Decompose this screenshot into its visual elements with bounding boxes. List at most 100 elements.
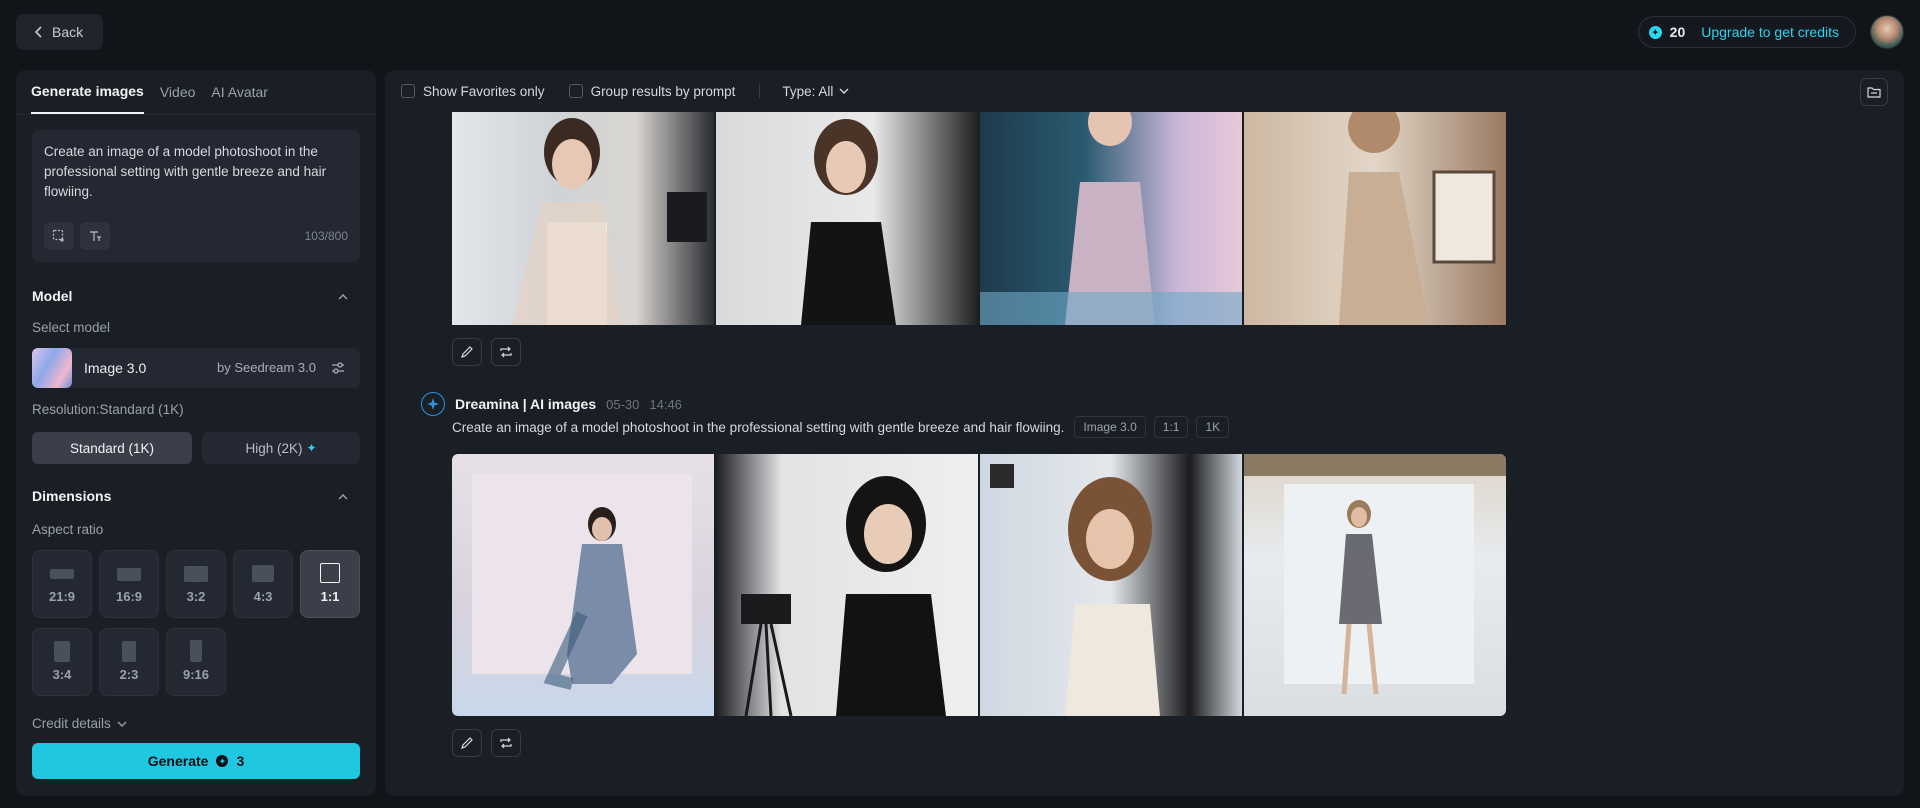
aspect-ratio-label: 3:4 [52,667,72,682]
edit-button[interactable] [452,338,482,366]
aspect-ratio-label: 3:2 [186,589,206,604]
aspect-ratio-label: Aspect ratio [32,522,104,537]
resolution-standard-button[interactable]: Standard (1K) [32,432,192,464]
ratio-tag: 1:1 [1153,416,1189,438]
credit-details-label: Credit details [32,716,111,731]
model-thumbnail [32,348,72,388]
divider [759,84,761,98]
ratio-shape-icon [190,640,202,662]
pencil-icon [461,346,473,358]
generated-image[interactable] [452,112,714,325]
generated-image[interactable] [1244,112,1506,325]
generated-image[interactable] [1244,454,1506,716]
aspect-ratio-1-1[interactable]: 1:1 [300,550,360,618]
generated-image[interactable] [716,454,978,716]
resolution-standard-label: Standard (1K) [69,440,155,456]
generated-image[interactable] [716,112,978,325]
photo-model-figure [990,464,1160,716]
photo-model-figure [512,118,707,325]
photo-model-figure [1244,454,1506,695]
aspect-ratio-21-9[interactable]: 21:9 [32,550,92,618]
repeat-icon [500,737,512,749]
group-checkbox[interactable] [568,84,583,98]
group-by-prompt-filter[interactable]: Group results by prompt [568,83,736,99]
aspect-ratio-9-16[interactable]: 9:16 [166,628,226,696]
generation-header: Dreamina | AI images 05-30 14:46 [421,392,682,416]
left-panel: Generate images Video AI Avatar Create a… [16,70,376,796]
generation-time: 14:46 [649,396,682,412]
aspect-ratio-3-2[interactable]: 3:2 [166,550,226,618]
resolution-high-button[interactable]: High (2K) ✦ [202,432,360,464]
favorites-label: Show Favorites only [423,83,545,99]
upgrade-link[interactable]: Upgrade to get credits [1701,24,1839,40]
generated-image[interactable] [980,112,1242,325]
model-section-title: Model [32,288,73,304]
favorites-filter[interactable]: Show Favorites only [401,84,545,99]
chevron-up-icon[interactable] [338,292,348,302]
tabs-divider [16,114,376,115]
aspect-ratio-label: 21:9 [48,589,76,604]
photo-model-figure [801,119,896,325]
aspect-ratio-2-3[interactable]: 2:3 [99,628,159,696]
prompt-input[interactable]: Create an image of a model photoshoot in… [44,142,344,202]
aspect-ratio-label: 1:1 [320,589,340,604]
mode-tabs: Generate images Video AI Avatar [31,70,268,114]
dimensions-section-title: Dimensions [32,488,112,504]
results-panel: Show Favorites only Group results by pro… [385,70,1904,796]
text-format-button[interactable] [80,222,110,250]
aspect-ratio-16-9[interactable]: 16:9 [99,550,159,618]
model-name: Image 3.0 [84,360,147,376]
tab-ai-avatar[interactable]: AI Avatar [211,70,268,114]
generated-image[interactable] [452,454,714,716]
generation-date: 05-30 [606,396,640,412]
ratio-shape-icon [320,563,340,583]
regenerate-button[interactable] [491,729,521,757]
photo-model-figure [741,476,946,716]
reference-image-button[interactable] [44,222,74,250]
repeat-icon [500,346,512,358]
group-label: Group results by prompt [590,83,736,99]
model-tag: Image 3.0 [1074,416,1146,438]
pencil-icon [461,737,473,749]
select-model-label: Select model [32,320,111,335]
favorites-checkbox[interactable] [401,84,415,98]
ratio-shape-icon [122,641,136,662]
ratio-shape-icon [252,565,274,582]
dreamina-logo-icon [421,392,445,416]
filter-bar: Show Favorites only Group results by pro… [385,70,1904,112]
chevron-left-icon [34,26,42,38]
type-filter-dropdown[interactable]: Type: All [782,84,849,99]
credits-pill[interactable]: ✦ 20 Upgrade to get credits [1637,16,1856,48]
resolution-high-label: High (2K) [245,440,303,456]
credit-coin-icon: ✦ [216,755,229,767]
ratio-shape-icon [50,569,74,579]
generation-prompt[interactable]: Create an image of a model photoshoot in… [452,420,1064,435]
image-add-icon [52,229,64,242]
type-filter-label: Type: All [782,83,834,99]
sliders-icon[interactable] [330,360,346,376]
model-selector[interactable]: Image 3.0 by Seedream 3.0 [32,348,360,388]
photo-model-figure [980,112,1242,325]
generated-image[interactable] [980,454,1242,716]
tab-video[interactable]: Video [160,70,196,114]
ratio-shape-icon [184,566,208,582]
ratio-shape-icon [54,641,70,662]
photo-model-figure [472,474,692,690]
avatar[interactable] [1870,15,1904,49]
chevron-up-icon[interactable] [338,492,348,502]
edit-button[interactable] [452,729,482,757]
aspect-ratio-label: 2:3 [119,667,139,682]
folder-button[interactable] [1860,78,1888,106]
char-count: 103/800 [304,229,348,243]
back-button[interactable]: Back [16,14,104,50]
aspect-ratio-label: 16:9 [115,589,143,604]
text-icon [90,231,101,241]
aspect-ratio-4-3[interactable]: 4:3 [233,550,293,618]
ratio-shape-icon [117,568,141,581]
generate-button[interactable]: Generate ✦ 3 [32,743,360,779]
aspect-ratio-3-4[interactable]: 3:4 [32,628,92,696]
credit-details-toggle[interactable]: Credit details [32,716,127,731]
tab-generate-images[interactable]: Generate images [31,70,144,114]
prompt-box[interactable]: Create an image of a model photoshoot in… [32,130,360,262]
regenerate-button[interactable] [491,338,521,366]
